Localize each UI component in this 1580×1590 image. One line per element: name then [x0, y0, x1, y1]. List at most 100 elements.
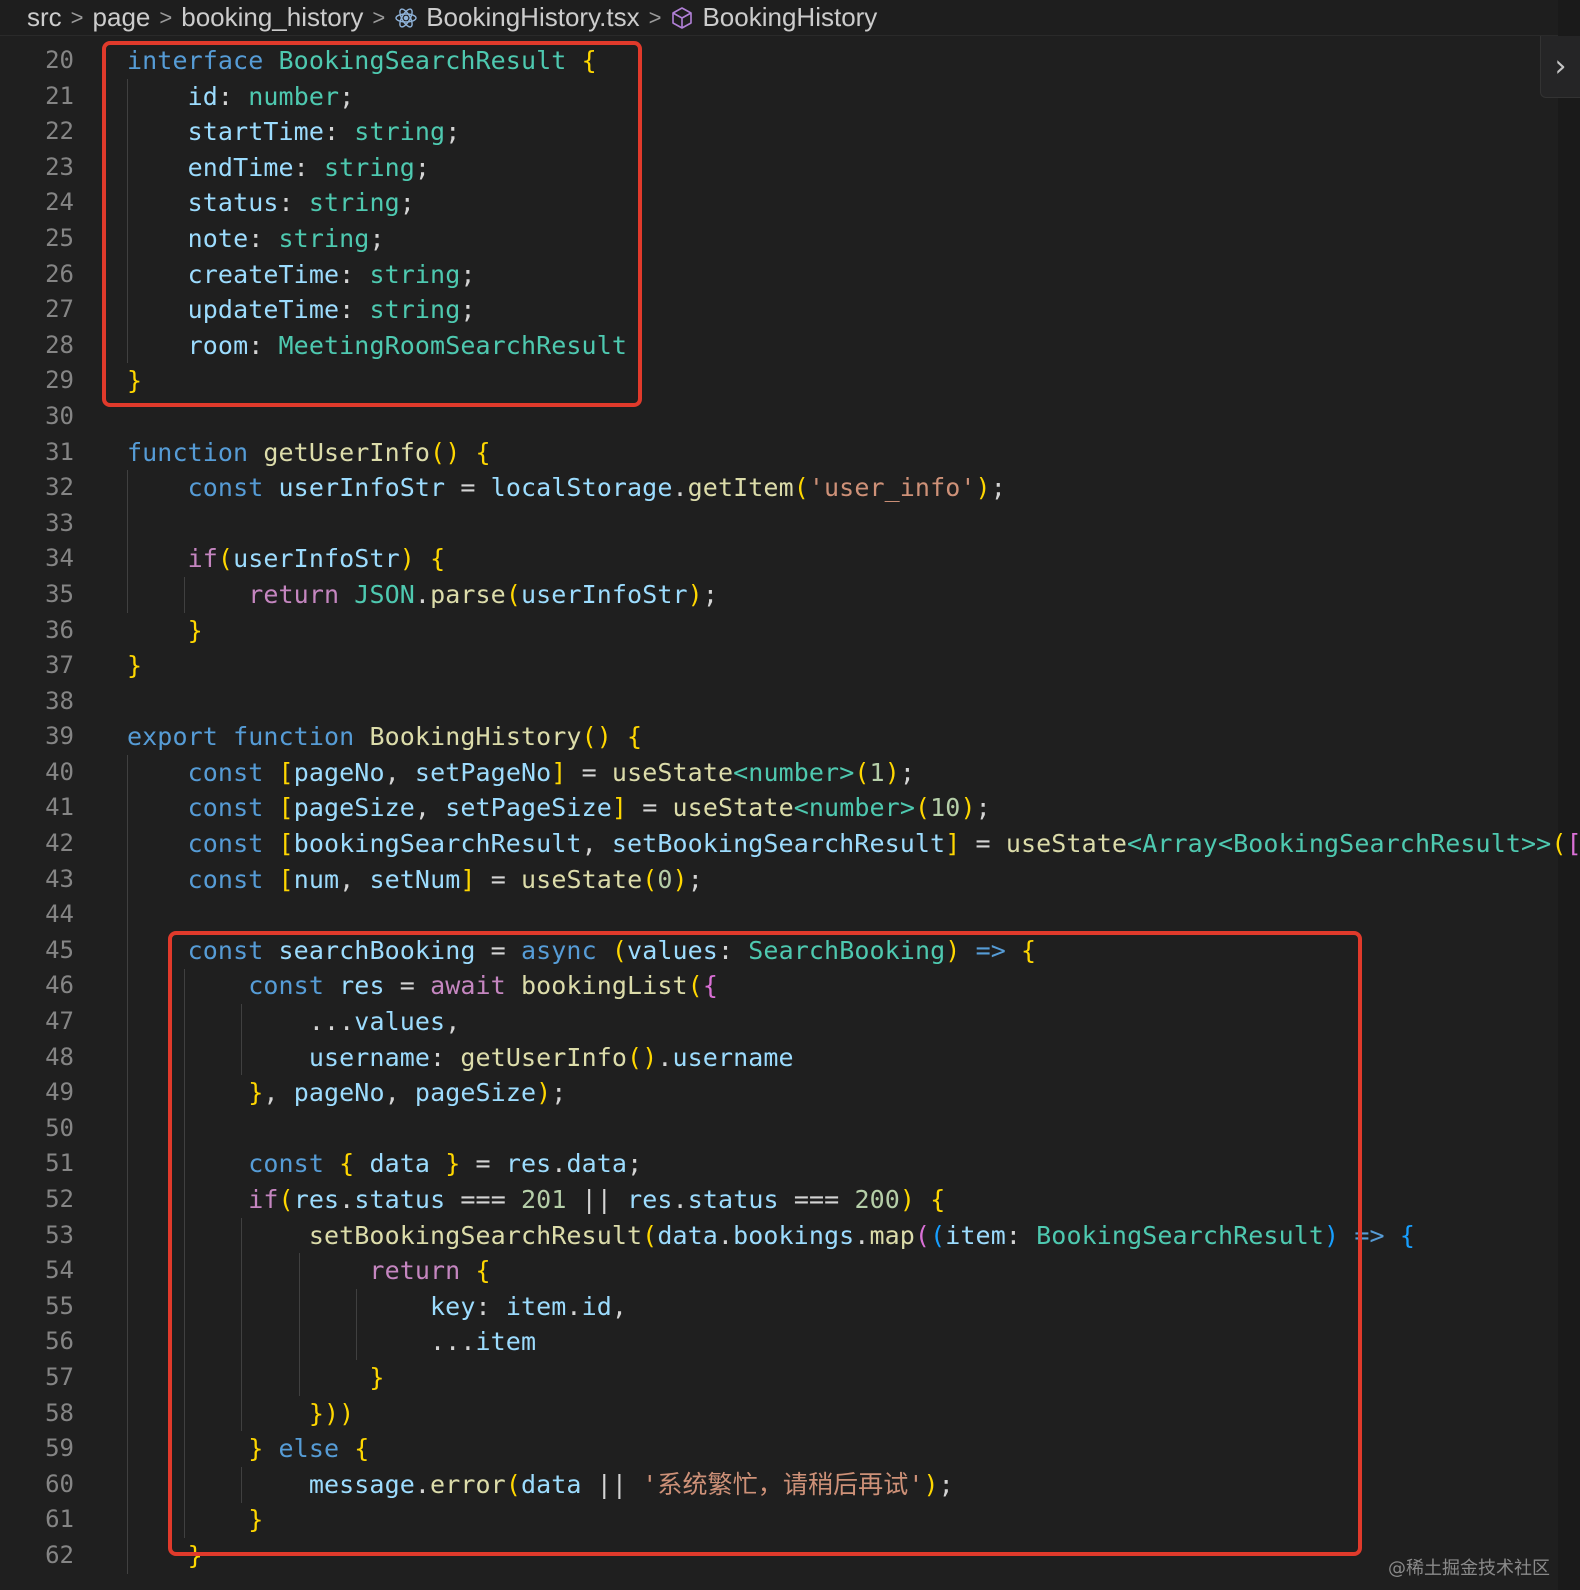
- code-line[interactable]: 33: [0, 506, 1558, 542]
- line-number: 36: [45, 615, 74, 644]
- code-text[interactable]: return {: [127, 1253, 491, 1289]
- code-line[interactable]: 40 const [pageNo, setPageNo] = useState<…: [0, 755, 1558, 791]
- line-number: 25: [45, 223, 74, 252]
- line-number: 58: [45, 1398, 74, 1427]
- code-text[interactable]: username: getUserInfo().username: [127, 1040, 794, 1076]
- code-line[interactable]: 48 username: getUserInfo().username: [0, 1040, 1558, 1076]
- code-line[interactable]: 52 if(res.status === 201 || res.status =…: [0, 1182, 1558, 1218]
- code-line[interactable]: 27 updateTime: string;: [0, 292, 1558, 328]
- code-line[interactable]: 61 }: [0, 1502, 1558, 1538]
- code-line[interactable]: 49 }, pageNo, pageSize);: [0, 1075, 1558, 1111]
- code-line[interactable]: 60 message.error(data || '系统繁忙，请稍后再试');: [0, 1467, 1558, 1503]
- code-line[interactable]: 53 setBookingSearchResult(data.bookings.…: [0, 1218, 1558, 1254]
- code-text[interactable]: }: [127, 1502, 263, 1538]
- code-line[interactable]: 44: [0, 897, 1558, 933]
- code-line[interactable]: 42 const [bookingSearchResult, setBookin…: [0, 826, 1580, 862]
- code-text[interactable]: export function BookingHistory() {: [127, 719, 642, 755]
- code-line[interactable]: 36 }: [0, 613, 1558, 649]
- line-number: 56: [45, 1327, 74, 1356]
- code-text[interactable]: return JSON.parse(userInfoStr);: [127, 577, 718, 613]
- code-text[interactable]: })): [127, 1396, 354, 1432]
- code-text[interactable]: const [bookingSearchResult, setBookingSe…: [127, 826, 1580, 862]
- code-line[interactable]: 26 createTime: string;: [0, 257, 1558, 293]
- code-line[interactable]: 37}: [0, 648, 1558, 684]
- code-text[interactable]: const [pageNo, setPageNo] = useState<num…: [127, 755, 915, 791]
- code-line[interactable]: 50: [0, 1111, 1558, 1147]
- code-line[interactable]: 41 const [pageSize, setPageSize] = useSt…: [0, 790, 1558, 826]
- code-text[interactable]: }, pageNo, pageSize);: [127, 1075, 566, 1111]
- code-line[interactable]: 51 const { data } = res.data;: [0, 1146, 1558, 1182]
- line-number: 39: [45, 722, 74, 751]
- code-line[interactable]: 55 key: item.id,: [0, 1289, 1558, 1325]
- code-line[interactable]: 32 const userInfoStr = localStorage.getI…: [0, 470, 1558, 506]
- code-line[interactable]: 28 room: MeetingRoomSearchResult: [0, 328, 1558, 364]
- code-text[interactable]: ...item: [127, 1324, 536, 1360]
- code-text[interactable]: const res = await bookingList({: [127, 968, 718, 1004]
- code-line[interactable]: 38: [0, 684, 1558, 720]
- code-text[interactable]: room: MeetingRoomSearchResult: [127, 328, 627, 364]
- code-line[interactable]: 56 ...item: [0, 1324, 1558, 1360]
- code-text[interactable]: const { data } = res.data;: [127, 1146, 642, 1182]
- line-number: 31: [45, 437, 74, 466]
- code-text[interactable]: }: [127, 613, 203, 649]
- code-text[interactable]: updateTime: string;: [127, 292, 476, 328]
- code-text[interactable]: function getUserInfo() {: [127, 435, 491, 471]
- code-text[interactable]: message.error(data || '系统繁忙，请稍后再试');: [127, 1467, 954, 1503]
- code-text[interactable]: id: number;: [127, 79, 355, 115]
- code-line[interactable]: 45 const searchBooking = async (values: …: [0, 933, 1558, 969]
- code-text[interactable]: startTime: string;: [127, 114, 461, 150]
- code-line[interactable]: 25 note: string;: [0, 221, 1558, 257]
- breadcrumb-item-src[interactable]: src: [27, 2, 62, 33]
- line-number: 30: [45, 401, 74, 430]
- breadcrumb-item-symbol[interactable]: BookingHistory: [702, 2, 877, 33]
- code-text[interactable]: endTime: string;: [127, 150, 430, 186]
- code-line[interactable]: 21 id: number;: [0, 79, 1558, 115]
- code-text[interactable]: key: item.id,: [127, 1289, 627, 1325]
- code-editor[interactable]: 20 interface BookingSearchResult {21 id: …: [0, 43, 1580, 1574]
- line-number: 27: [45, 295, 74, 324]
- code-line[interactable]: 57 }: [0, 1360, 1558, 1396]
- code-line[interactable]: 30: [0, 399, 1558, 435]
- code-line[interactable]: 31 function getUserInfo() {: [0, 435, 1558, 471]
- code-text[interactable]: status: string;: [127, 185, 415, 221]
- code-line[interactable]: 22 startTime: string;: [0, 114, 1558, 150]
- code-text[interactable]: note: string;: [127, 221, 385, 257]
- code-text[interactable]: interface BookingSearchResult {: [127, 43, 597, 79]
- code-line[interactable]: 34 if(userInfoStr) {: [0, 541, 1558, 577]
- code-line[interactable]: 43 const [num, setNum] = useState(0);: [0, 862, 1558, 898]
- code-line[interactable]: 24 status: string;: [0, 185, 1558, 221]
- breadcrumb-item-page[interactable]: page: [93, 2, 151, 33]
- code-text[interactable]: const userInfoStr = localStorage.getItem…: [127, 470, 1006, 506]
- code-text[interactable]: }: [127, 648, 142, 684]
- code-text[interactable]: const searchBooking = async (values: Sea…: [127, 933, 1036, 969]
- code-line[interactable]: 47 ...values,: [0, 1004, 1558, 1040]
- cube-icon: [670, 6, 694, 30]
- breadcrumb-item-file[interactable]: BookingHistory.tsx: [426, 2, 639, 33]
- code-text[interactable]: }: [127, 1538, 203, 1574]
- code-text[interactable]: createTime: string;: [127, 257, 476, 293]
- code-line[interactable]: 59 } else {: [0, 1431, 1558, 1467]
- code-text[interactable]: }: [127, 363, 142, 399]
- code-text[interactable]: if(userInfoStr) {: [127, 541, 446, 577]
- line-number: 29: [45, 366, 74, 395]
- code-text[interactable]: }: [127, 1360, 385, 1396]
- code-line[interactable]: 39 export function BookingHistory() {: [0, 719, 1558, 755]
- code-text[interactable]: setBookingSearchResult(data.bookings.map…: [127, 1218, 1415, 1254]
- code-line[interactable]: 62 }: [0, 1538, 1558, 1574]
- breadcrumb-item-booking-history[interactable]: booking_history: [181, 2, 363, 33]
- editor-scrollbar-track[interactable]: [1558, 0, 1580, 1590]
- line-number: 43: [45, 864, 74, 893]
- code-text[interactable]: } else {: [127, 1431, 369, 1467]
- code-line[interactable]: 54 return {: [0, 1253, 1558, 1289]
- code-line[interactable]: 23 endTime: string;: [0, 150, 1558, 186]
- code-text[interactable]: if(res.status === 201 || res.status === …: [127, 1182, 945, 1218]
- code-text[interactable]: const [num, setNum] = useState(0);: [127, 862, 703, 898]
- line-number: 45: [45, 935, 74, 964]
- code-line[interactable]: 20 interface BookingSearchResult {: [0, 43, 1558, 79]
- code-text[interactable]: const [pageSize, setPageSize] = useState…: [127, 790, 991, 826]
- code-line[interactable]: 35 return JSON.parse(userInfoStr);: [0, 577, 1558, 613]
- code-text[interactable]: ...values,: [127, 1004, 460, 1040]
- code-line[interactable]: 29}: [0, 363, 1558, 399]
- code-line[interactable]: 58 })): [0, 1396, 1558, 1432]
- code-line[interactable]: 46 const res = await bookingList({: [0, 968, 1558, 1004]
